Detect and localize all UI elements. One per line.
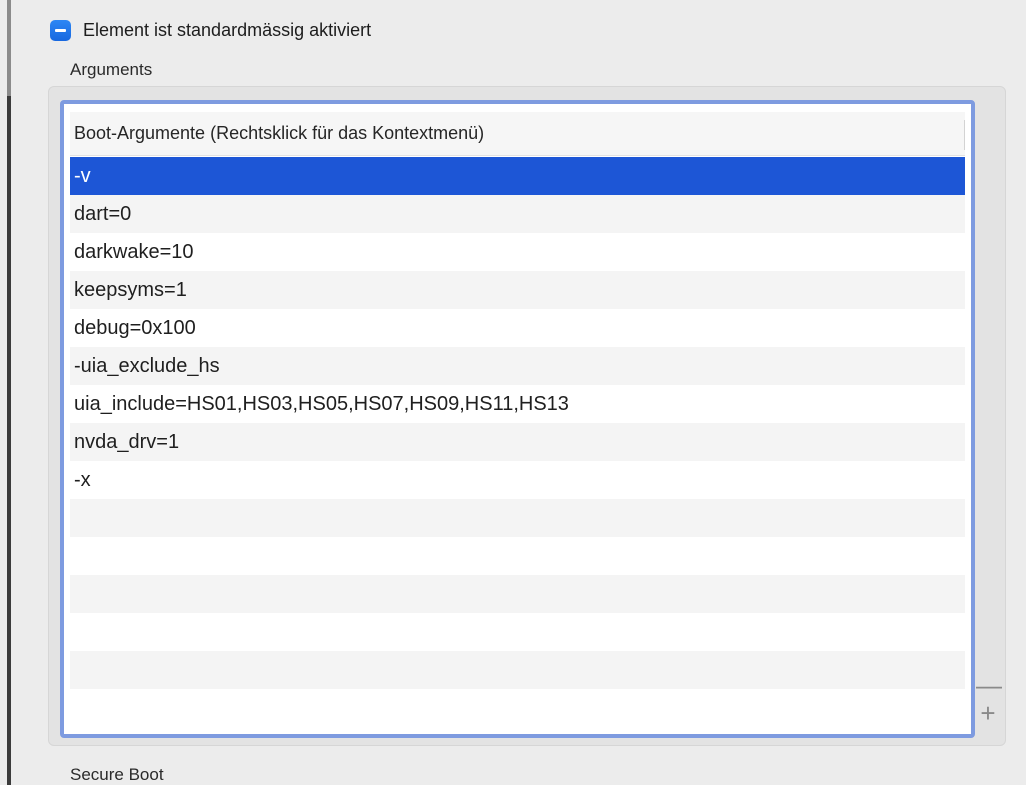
arguments-section-title: Arguments [70,60,153,79]
table-row[interactable]: -uia_exclude_hs [70,347,965,385]
table-rows: -v dart=0 darkwake=10 keepsyms=1 debug=0x100… [70,157,965,727]
add-argument-button[interactable]: + [976,700,1000,726]
remove-argument-button[interactable]: — [976,672,1002,698]
table-row[interactable]: darkwake=10 [70,233,965,271]
boot-arguments-table[interactable]: Boot-Argumente (Rechtsklick für das Kont… [60,100,975,738]
table-row[interactable]: -x [70,461,965,499]
secure-boot-section-title: Secure Boot [70,765,164,784]
window-divider [7,0,11,785]
table-row[interactable]: uia_include=HS01,HS03,HS05,HS07,HS09,HS1… [70,385,965,423]
table-row[interactable] [70,689,965,727]
table-column-header[interactable]: Boot-Argumente (Rechtsklick für das Kont… [70,112,965,156]
table-row[interactable]: nvda_drv=1 [70,423,965,461]
mixed-state-dash-icon [55,28,66,32]
enabled-by-default-checkbox-row[interactable]: Element ist standardmässig aktiviert [50,15,371,45]
window-divider-highlight [7,0,11,96]
table-row[interactable]: keepsyms=1 [70,271,965,309]
enabled-by-default-checkbox[interactable] [50,19,71,41]
column-divider [964,120,965,150]
table-row[interactable] [70,575,965,613]
table-row[interactable] [70,651,965,689]
table-row[interactable] [70,499,965,537]
table-row[interactable]: dart=0 [70,195,965,233]
table-row[interactable] [70,613,965,651]
enabled-by-default-label: Element ist standardmässig aktiviert [83,19,372,40]
table-column-header-label: Boot-Argumente (Rechtsklick für das Kont… [74,123,485,143]
table-row[interactable]: debug=0x100 [70,309,965,347]
table-row[interactable]: -v [70,157,965,195]
table-row[interactable] [70,537,965,575]
